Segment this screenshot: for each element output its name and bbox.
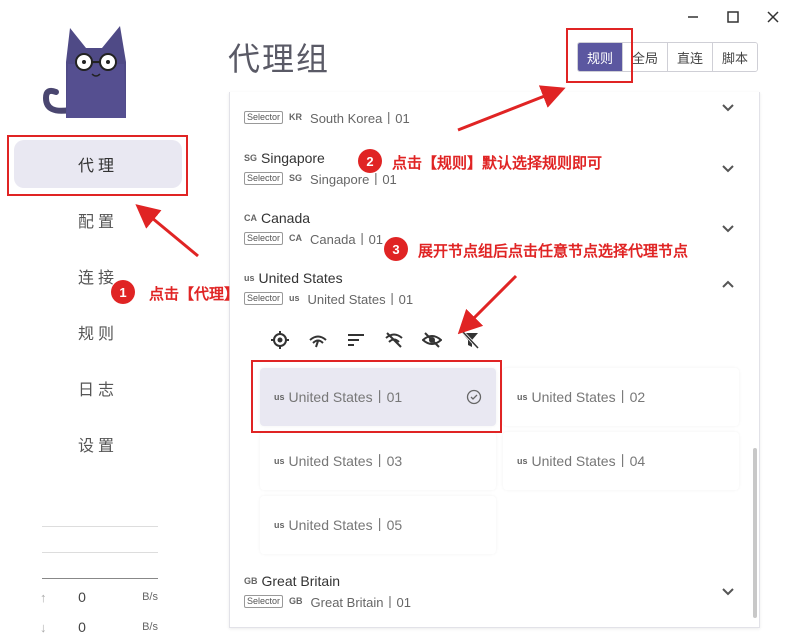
- sidebar-item-settings[interactable]: 设置: [14, 420, 182, 468]
- chevron-up-icon[interactable]: [718, 274, 738, 294]
- chevron-down-icon[interactable]: [718, 581, 738, 601]
- close-icon[interactable]: [764, 8, 782, 26]
- sidebar-item-logs[interactable]: 日志: [14, 364, 182, 412]
- flag-ca: CA: [289, 233, 303, 243]
- flag-gb: GB: [289, 596, 303, 606]
- minimize-icon[interactable]: [684, 8, 702, 26]
- flag-us: us: [517, 392, 528, 402]
- group-name-label: Singapore: [261, 150, 325, 166]
- mode-script-button[interactable]: 脚本: [712, 43, 758, 71]
- eye-off-icon[interactable]: [422, 330, 442, 350]
- chevron-down-icon[interactable]: [718, 218, 738, 238]
- cat-logo-icon: [40, 22, 144, 120]
- flag-us: us: [274, 520, 285, 530]
- group-type-tag: Selector: [244, 231, 284, 245]
- group-selected-node: Selector KR South Korea丨01: [244, 107, 744, 127]
- sidebar-item-label: 日志: [77, 380, 118, 399]
- chevron-down-icon[interactable]: [718, 97, 738, 117]
- step-note-3: 展开节点组后点击任意节点选择代理节点: [418, 242, 689, 260]
- flag-gb: GB: [244, 576, 258, 586]
- sort-icon[interactable]: [346, 330, 366, 350]
- group-name: CA Canada: [244, 208, 744, 228]
- flag-us: us: [517, 456, 528, 466]
- download-value: 0: [78, 619, 86, 635]
- upload-speed: ↑ 0 B/s: [40, 584, 158, 610]
- sidebar-item-profiles[interactable]: 配置: [14, 196, 182, 244]
- speed-icon[interactable]: [308, 330, 328, 350]
- sidebar-item-label: 配置: [77, 212, 118, 231]
- maximize-icon[interactable]: [724, 8, 742, 26]
- flag-us: us: [244, 273, 255, 283]
- download-speed: ↓ 0 B/s: [40, 614, 158, 640]
- highlight-box-node: [251, 360, 502, 433]
- highlight-box-proxy: [7, 135, 188, 196]
- node-label: United States丨03: [288, 453, 403, 469]
- flag-sg: SG: [244, 153, 258, 163]
- highlight-box-rule: [566, 28, 633, 83]
- group-name-label: United States: [258, 270, 343, 286]
- group-selected-node: Selector GB Great Britain丨01: [244, 591, 744, 611]
- flag-ca: CA: [244, 213, 257, 223]
- node-label: United States丨05: [288, 517, 403, 533]
- sidebar-item-rules[interactable]: 规则: [14, 308, 182, 356]
- flag-us: us: [289, 293, 300, 303]
- group-name-label: Great Britain: [261, 573, 341, 589]
- sidebar-item-label: 规则: [77, 324, 118, 343]
- step-badge-2: 2: [358, 149, 382, 173]
- node-label: United States丨04: [531, 453, 646, 469]
- proxy-node[interactable]: us United States丨03: [260, 432, 496, 490]
- divider: [42, 552, 158, 553]
- chevron-down-icon[interactable]: [718, 158, 738, 178]
- group-selected-label: United States丨01: [307, 291, 414, 307]
- group-toolbar: [270, 330, 480, 350]
- group-selected-label: Great Britain丨01: [310, 594, 411, 610]
- group-selected-node: Selector us United States丨01: [244, 288, 744, 308]
- page-title: 代理组: [228, 40, 331, 78]
- traffic-stats: ↑ 0 B/s ↓ 0 B/s: [40, 584, 158, 640]
- step-badge-1: 1: [111, 280, 135, 304]
- proxy-node[interactable]: us United States丨02: [503, 368, 739, 426]
- filter-off-icon[interactable]: [460, 330, 480, 350]
- divider: [42, 578, 158, 579]
- upload-unit: B/s: [142, 591, 158, 603]
- sidebar: 代理 配置 连接 规则 日志 设置 ↑ 0 B/s ↓ 0 B/s: [0, 0, 196, 644]
- group-name: us United States: [244, 268, 744, 288]
- sidebar-item-label: 设置: [77, 436, 118, 455]
- group-type-tag: Selector: [244, 291, 284, 305]
- proxy-group-south-korea[interactable]: Selector KR South Korea丨01: [244, 104, 744, 127]
- group-name-label: Canada: [261, 210, 311, 226]
- arrow-up-icon: ↑: [40, 589, 47, 605]
- group-name: GB Great Britain: [244, 571, 744, 591]
- group-selected-label: Canada丨01: [310, 231, 384, 247]
- step-note-1: 点击【代理】: [149, 285, 240, 303]
- group-type-tag: Selector: [244, 594, 284, 608]
- arrow-down-icon: ↓: [40, 619, 47, 635]
- group-selected-label: Singapore丨01: [310, 171, 397, 187]
- group-selected-label: South Korea丨01: [310, 110, 410, 126]
- upload-value: 0: [78, 589, 86, 605]
- step-note-2: 点击【规则】默认选择规则即可: [392, 154, 603, 172]
- proxy-group-united-states[interactable]: us United States Selector us United Stat…: [244, 268, 744, 308]
- target-icon[interactable]: [270, 330, 290, 350]
- proxy-group-great-britain[interactable]: GB Great Britain Selector GB Great Brita…: [244, 571, 744, 611]
- wifi-off-icon[interactable]: [384, 330, 404, 350]
- flag-sg: SG: [289, 173, 303, 183]
- divider: [42, 526, 158, 527]
- download-unit: B/s: [142, 621, 158, 633]
- flag-kr: KR: [289, 112, 303, 122]
- scrollbar[interactable]: [753, 448, 757, 618]
- proxy-node[interactable]: us United States丨05: [260, 496, 496, 554]
- group-type-tag: Selector: [244, 171, 284, 185]
- mode-direct-button[interactable]: 直连: [667, 43, 713, 71]
- flag-us: us: [274, 456, 285, 466]
- node-label: United States丨02: [531, 389, 646, 405]
- step-badge-3: 3: [384, 237, 408, 261]
- group-type-tag: Selector: [244, 110, 284, 124]
- proxy-node[interactable]: us United States丨04: [503, 432, 739, 490]
- window-controls: [684, 8, 782, 26]
